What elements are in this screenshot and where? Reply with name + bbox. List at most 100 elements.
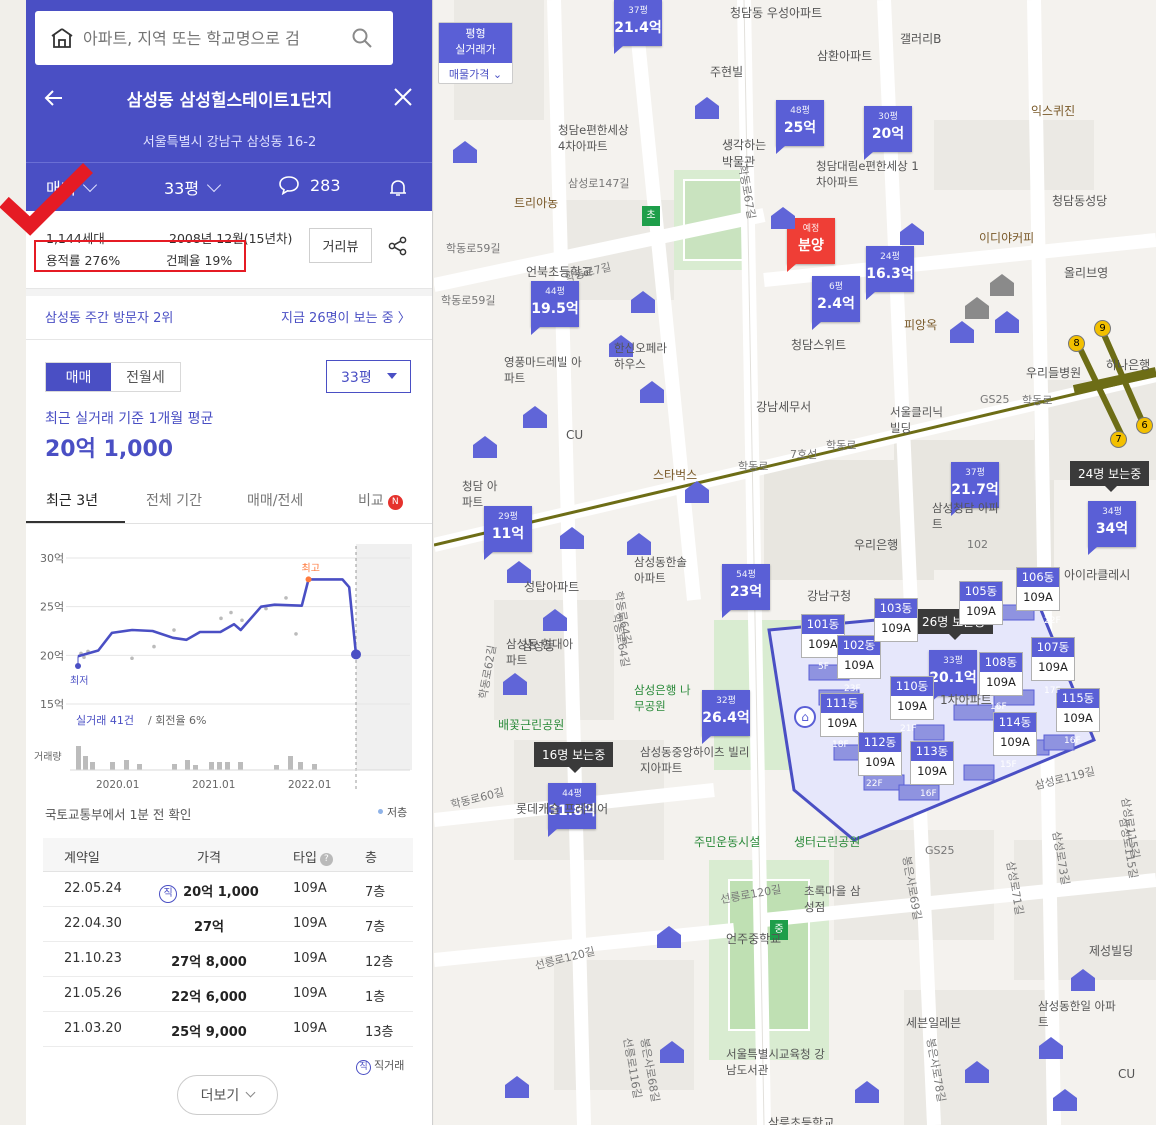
apartment-icon[interactable] [1038,1036,1064,1060]
subway-line-9-icon[interactable]: 9 [1094,320,1111,337]
home-icon[interactable] [51,28,73,48]
map-price-marker[interactable]: 29평 11억 [484,506,532,560]
map-price-marker[interactable]: 24평 16.3억 [866,246,914,300]
subway-line-8-icon[interactable]: 8 [1068,335,1085,352]
map-price-marker[interactable]: 37평 21.4억 [614,0,662,54]
home-location-icon[interactable]: ⌂ [794,706,816,728]
close-icon[interactable] [392,86,414,108]
bell-icon[interactable] [387,177,409,199]
subway-line-6-icon[interactable]: 6 [1136,417,1153,434]
map-toggle-price-label: 실거래가 [455,43,496,56]
school-icon[interactable]: 초 [642,206,660,226]
apartment-icon[interactable] [630,290,656,314]
apartment-icon[interactable] [770,206,796,230]
table-row[interactable]: 22.05.24 직 20억 1,000 109A 7층 [43,872,413,907]
map-price-marker[interactable]: 33평 20.1억 [929,650,977,704]
apartment-icon[interactable] [684,480,710,504]
apartment-icon[interactable] [472,435,498,459]
size-select[interactable]: 33평 [326,360,411,393]
table-row[interactable]: 21.10.23 27억 8,000 109A 12층 [43,942,413,977]
table-row[interactable]: 22.04.30 27억 109A 7층 [43,907,413,942]
apartment-icon[interactable] [559,526,585,550]
search-bar[interactable] [35,11,393,65]
apartment-icon[interactable] [1052,1088,1078,1112]
y-tick-label: 25억 [40,601,64,614]
apartment-icon[interactable] [964,1060,990,1084]
apartment-icon[interactable] [899,222,925,246]
map-label: 학동로 [738,460,769,473]
viewers-bubble[interactable]: 16명 보는중 [534,742,614,773]
search-input[interactable] [83,28,351,48]
building-label[interactable]: 111동 109A [820,693,864,737]
apartment-icon[interactable] [452,140,478,164]
building-type: 109A [1063,711,1093,725]
apartment-icon[interactable] [659,1040,685,1064]
tab-sale-jeonse[interactable]: 매매/전세 [247,490,303,510]
map-price-marker[interactable]: 44평 19.5억 [531,281,579,335]
building-label[interactable]: 112동 109A [858,732,902,776]
map-type-toggle[interactable]: 평형 실거래가 매물가격 ⌄ [438,22,513,84]
marker-label: 분양 [798,238,824,254]
apartment-icon[interactable] [1070,968,1096,992]
viewers-bubble[interactable]: 24명 보는중 [1070,461,1150,492]
apartment-icon[interactable] [656,925,682,949]
apartment-icon[interactable] [504,1075,530,1099]
building-label[interactable]: 107동 109A [1031,637,1075,681]
table-row[interactable]: 21.05.26 22억 6,000 109A 1층 [43,977,413,1012]
tab-recent-3y[interactable]: 최근 3년 [46,490,98,510]
street-view-button[interactable]: 거리뷰 [309,228,372,263]
map-price-marker[interactable]: 30평 20억 [864,106,912,160]
size-dropdown[interactable]: 33평 [164,175,222,199]
building-label[interactable]: 108동 109A [979,652,1023,696]
map-price-marker[interactable]: 54평 23억 [722,564,770,618]
table-row[interactable]: 21.03.20 25억 9,000 109A 13층 [43,1012,413,1047]
map-price-marker[interactable]: 32평 26.4억 [702,690,750,744]
share-icon[interactable] [388,236,408,256]
apartment-icon[interactable] [542,608,568,632]
map-toggle-listing[interactable]: 매물가격 ⌄ [439,63,512,82]
marker-size: 54평 [736,570,756,580]
building-label[interactable]: 115동 109A [1056,688,1100,732]
apartment-icon[interactable] [994,310,1020,334]
building-label[interactable]: 110동 109A [890,676,934,720]
building-number: 111동 [821,694,863,713]
map-price-marker[interactable]: 34평 34억 [1088,501,1136,555]
building-label[interactable]: 103동 109A [874,598,918,642]
cell-price: 직 20억 1,000 [159,881,259,903]
map-label: 배꽃근린공원 [498,718,565,732]
building-label[interactable]: 106동 109A [1016,567,1060,611]
map-canvas[interactable]: 평형 실거래가 매물가격 ⌄ 37평 21.4억 48평 25억 30평 20억 예정… [434,0,1156,1125]
direct-trade-icon: 직 [159,885,178,903]
apartment-icon[interactable] [964,296,990,320]
marker-size: 34평 [1102,507,1122,517]
more-button[interactable]: 더보기 [177,1075,278,1115]
search-icon[interactable] [351,27,373,49]
map-price-marker[interactable]: 6평 2.4억 [812,276,860,330]
visitor-rank[interactable]: 삼성동 주간 방문자 2위 [45,307,173,326]
map-toggle-price[interactable]: 평형 실거래가 [439,23,512,63]
map-price-marker[interactable]: 48평 25억 [776,100,824,154]
map-label: 롯데캐슬 프레미어 [516,802,609,816]
segment-sale[interactable]: 매매 [46,363,111,391]
building-label[interactable]: 113동 109A [910,741,954,785]
subway-line-7-icon[interactable]: 7 [1110,431,1127,448]
tab-compare[interactable]: 비교 N [358,490,403,510]
segment-rent[interactable]: 전월세 [111,363,180,391]
apartment-icon[interactable] [694,96,720,120]
apartment-icon[interactable] [639,380,665,404]
apartment-icon[interactable] [854,1080,880,1104]
apartment-icon[interactable] [502,672,528,696]
tab-all-period[interactable]: 전체 기간 [146,490,202,510]
building-label[interactable]: 114동 109A [993,712,1037,756]
marker-price: 20.1억 [929,670,977,686]
apartment-icon[interactable] [949,320,975,344]
apartment-icon[interactable] [626,532,652,556]
price-chart[interactable]: 30억 25억 20억 15억 최고최저실거래 41건 / 회전율 6% 거래량 2020.0… [26,532,433,794]
comments-button[interactable]: 283 [278,175,341,195]
help-icon[interactable]: ? [319,853,333,866]
apartment-icon[interactable] [989,273,1015,297]
building-label[interactable]: 105동 109A [959,581,1003,625]
map-label: 서울특별시교육청 강남도서관 [726,1047,825,1077]
current-viewers-link[interactable]: 지금 26명이 보는 중 〉 [281,307,411,326]
apartment-icon[interactable] [522,405,548,429]
